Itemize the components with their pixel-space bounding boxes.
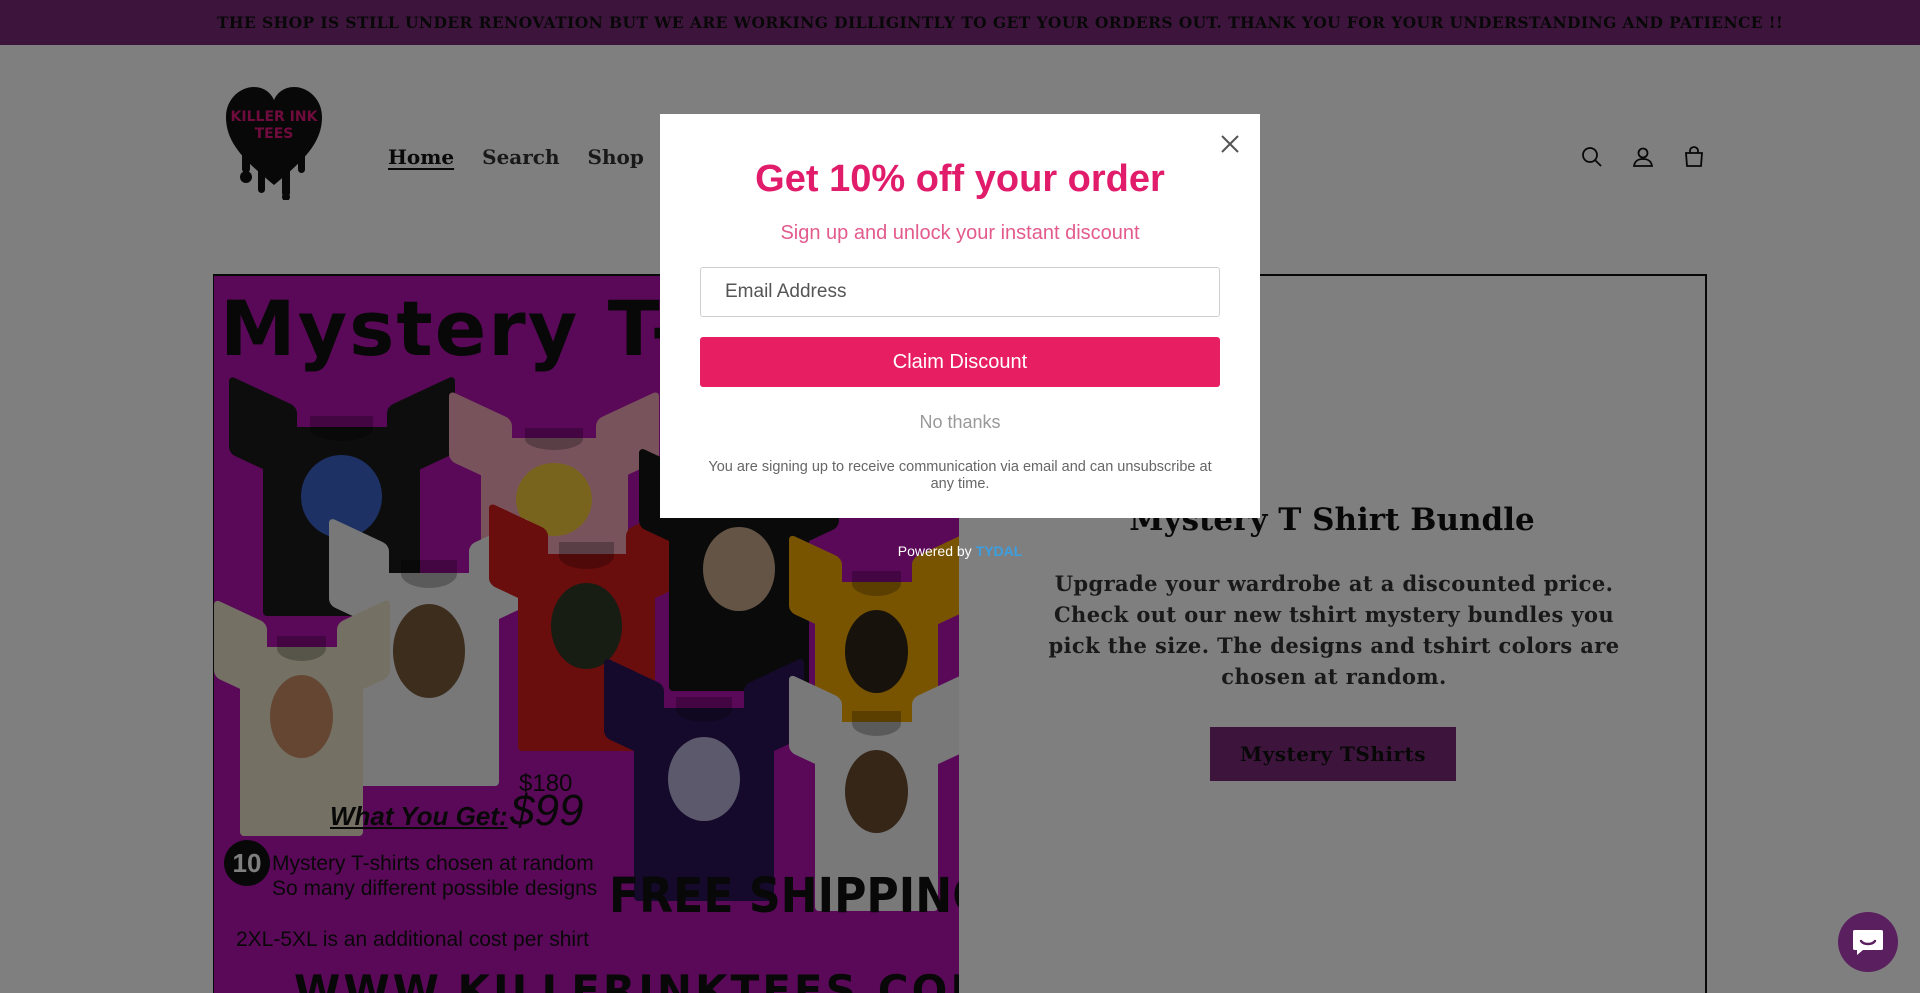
popup-title: Get 10% off your order — [755, 158, 1165, 200]
claim-discount-button[interactable]: Claim Discount — [700, 337, 1220, 387]
chat-bubble-icon — [1853, 930, 1883, 955]
chat-button[interactable] — [1838, 912, 1898, 972]
close-icon — [1221, 135, 1239, 153]
powered-by: Powered by TYDAL — [0, 543, 1920, 559]
discount-popup: Get 10% off your order Sign up and unloc… — [660, 114, 1260, 518]
popup-legal-text: You are signing up to receive communicat… — [708, 459, 1212, 492]
popup-subtitle: Sign up and unlock your instant discount — [780, 222, 1140, 244]
powered-prefix: Powered by — [897, 543, 972, 559]
powered-brand-link[interactable]: TYDAL — [976, 543, 1023, 559]
close-button[interactable] — [1216, 130, 1244, 158]
email-field[interactable] — [700, 267, 1220, 317]
no-thanks-link[interactable]: No thanks — [660, 412, 1260, 433]
